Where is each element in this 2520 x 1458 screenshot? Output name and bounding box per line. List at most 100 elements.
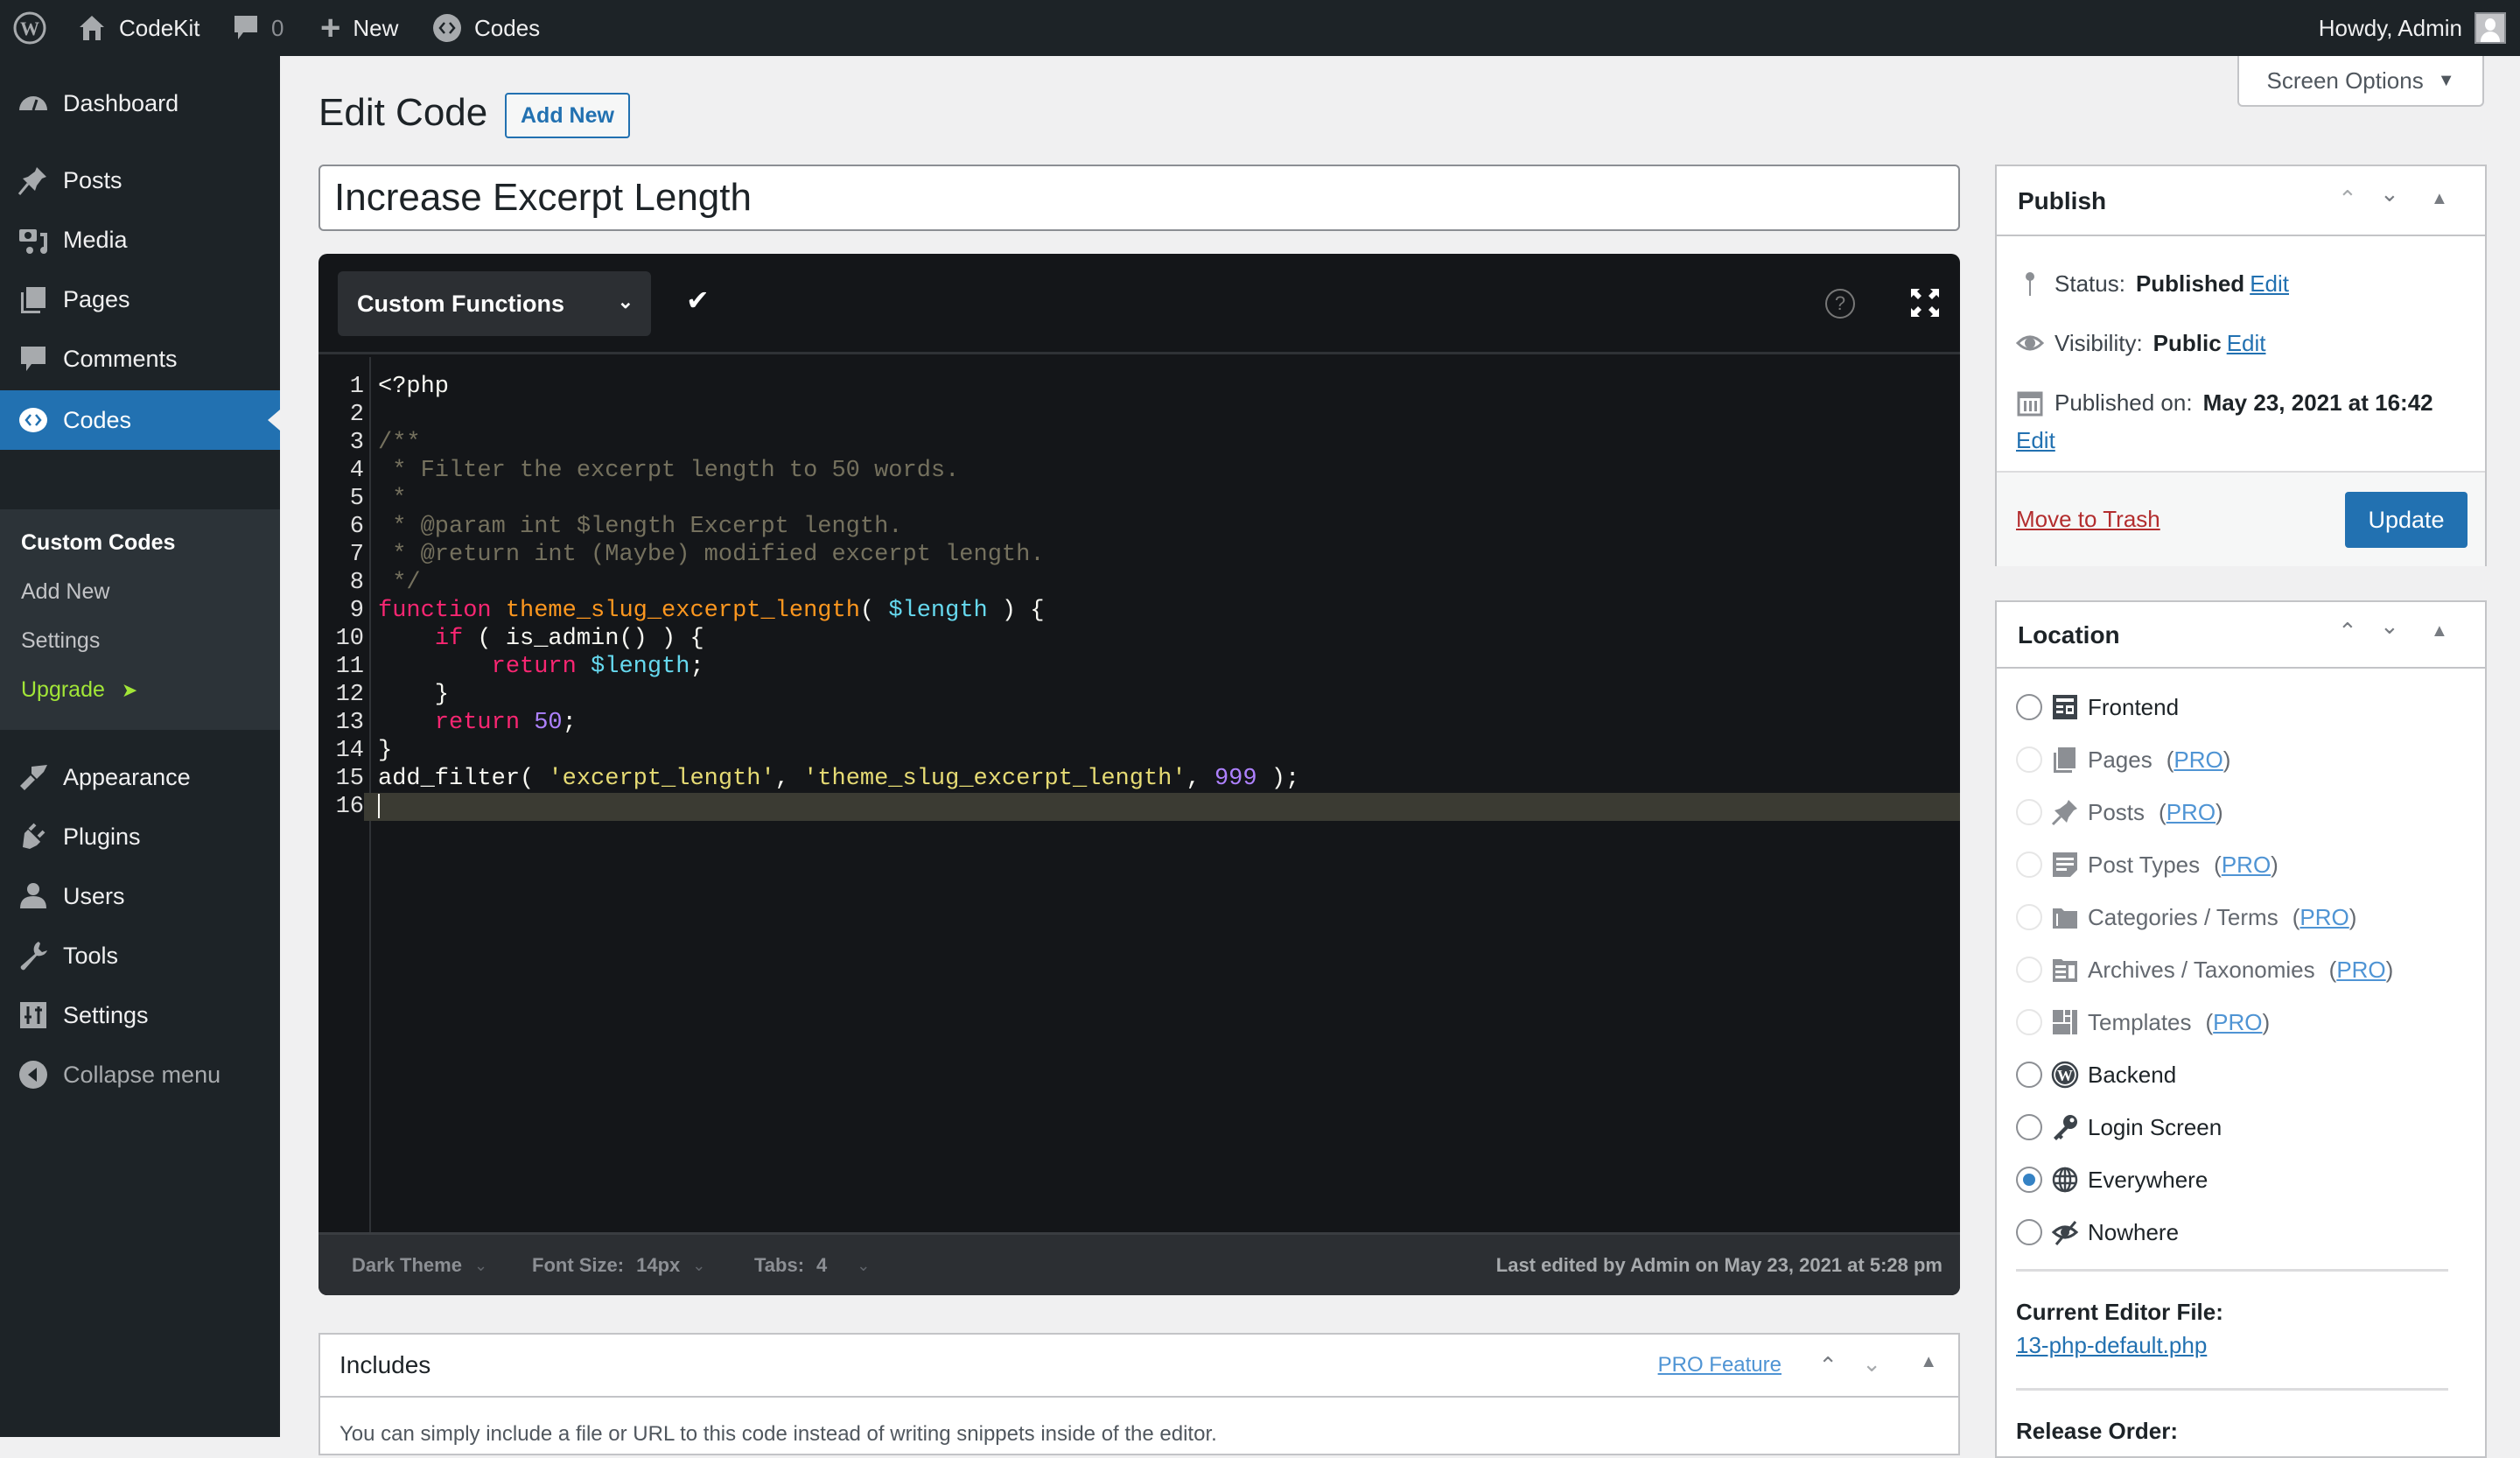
plus-icon: + xyxy=(320,8,341,47)
editor-toolbar: Custom Functions ⌄ ✔ ? xyxy=(318,254,1960,354)
location-option[interactable]: Nowhere xyxy=(2016,1215,2179,1250)
move-up-icon[interactable]: ⌃ xyxy=(2338,186,2357,213)
token-plain: ( xyxy=(859,598,889,624)
move-down-icon[interactable]: ⌄ xyxy=(2380,613,2399,640)
includes-header: Includes PRO Feature ⌃ ⌄ ▲ xyxy=(320,1335,1958,1398)
code-line[interactable]: 14} xyxy=(318,737,1960,765)
code-line[interactable]: 16 xyxy=(318,793,1960,821)
code-line[interactable]: 6 * @param int $length Excerpt length. xyxy=(318,513,1960,541)
code-line[interactable]: 8 */ xyxy=(318,569,1960,597)
wp-logo-button[interactable]: W xyxy=(12,0,47,56)
my-account-link[interactable]: Howdy, Admin xyxy=(2319,0,2506,56)
pro-link[interactable]: PRO xyxy=(2213,1009,2262,1035)
submenu-item-add-new[interactable]: Add New xyxy=(21,579,109,605)
sidebar-item-users[interactable]: Users xyxy=(0,866,280,926)
post-title-input[interactable] xyxy=(318,165,1960,231)
collapse-toggle-icon[interactable]: ▲ xyxy=(2431,621,2448,641)
pro-link[interactable]: PRO xyxy=(2222,852,2271,878)
line-number: 6 xyxy=(349,514,364,540)
pro-link[interactable]: PRO xyxy=(2174,747,2222,773)
help-icon[interactable]: ? xyxy=(1825,289,1855,319)
collapse-toggle-icon[interactable]: ▲ xyxy=(2431,189,2448,209)
code-area[interactable]: 1 <?php 2 3/** 4 * Filter the excerpt length… xyxy=(318,357,1960,1232)
sidebar-item-codes[interactable]: Codes xyxy=(0,390,280,450)
sidebar-item-posts[interactable]: Posts xyxy=(0,151,280,210)
code-line[interactable]: 1 <?php xyxy=(318,373,1960,401)
submenu-item-settings[interactable]: Settings xyxy=(21,628,100,654)
pro-link[interactable]: PRO xyxy=(2300,904,2348,930)
add-new-button[interactable]: Add New xyxy=(505,93,630,138)
submenu-item-upgrade[interactable]: Upgrade ➤ xyxy=(21,677,137,703)
submenu-item-custom-codes[interactable]: Custom Codes xyxy=(21,530,175,556)
pro-feature-link[interactable]: PRO Feature xyxy=(1658,1353,1782,1377)
radio[interactable] xyxy=(2016,694,2042,720)
pro-link[interactable]: PRO xyxy=(2336,957,2385,983)
sidebar-label: Posts xyxy=(63,166,122,193)
location-option[interactable]: Login Screen xyxy=(2016,1110,2222,1145)
sidebar-item-plugins[interactable]: Plugins xyxy=(0,807,280,866)
divider xyxy=(2016,1388,2448,1391)
move-down-icon[interactable]: ⌄ xyxy=(2380,180,2399,207)
font-size-select[interactable]: Font Size: 14px ⌄ xyxy=(532,1254,705,1277)
code-line[interactable]: 10 if ( is_admin() ) { xyxy=(318,625,1960,653)
greeting: Howdy, Admin xyxy=(2318,14,2462,41)
move-down-icon[interactable]: ⌄ xyxy=(1862,1350,1881,1377)
sidebar-item-appearance[interactable]: Appearance xyxy=(0,747,280,807)
codes-link[interactable]: Codes xyxy=(432,0,540,56)
fullscreen-icon[interactable] xyxy=(1909,287,1941,319)
sidebar-item-media[interactable]: Media xyxy=(0,210,280,270)
code-line[interactable]: 7 * @return int (Maybe) modified excerpt… xyxy=(318,541,1960,569)
current-file-link[interactable]: 13-php-default.php xyxy=(2016,1332,2207,1359)
code-type-select[interactable]: Custom Functions ⌄ xyxy=(338,271,651,336)
sidebar-label: Codes xyxy=(63,406,132,433)
location-option[interactable]: W Backend xyxy=(2016,1057,2176,1092)
code-line[interactable]: 5 * xyxy=(318,485,1960,513)
radio[interactable] xyxy=(2016,1219,2042,1245)
move-up-icon[interactable]: ⌃ xyxy=(2338,618,2357,645)
radio[interactable] xyxy=(2016,1062,2042,1088)
code-line[interactable]: 13 return 50; xyxy=(318,709,1960,737)
sidebar-item-settings[interactable]: Settings xyxy=(0,985,280,1045)
radio-checked[interactable] xyxy=(2016,1167,2042,1193)
theme-select[interactable]: Dark Theme ⌄ xyxy=(352,1254,487,1277)
token-plain: ; xyxy=(690,654,704,680)
code-text: * @param int $length Excerpt length. xyxy=(378,513,902,541)
site-name-link[interactable]: CodeKit xyxy=(77,0,200,56)
location-option[interactable]: Everywhere xyxy=(2016,1162,2208,1197)
token-plain: add_filter( xyxy=(378,766,549,792)
screen-options-button[interactable]: Screen Options ▼ xyxy=(2237,56,2484,107)
code-line[interactable]: 2 xyxy=(318,401,1960,429)
location-option[interactable]: Frontend xyxy=(2016,690,2179,725)
code-line[interactable]: 12 } xyxy=(318,681,1960,709)
pro-badge: (PRO) xyxy=(2214,851,2278,878)
code-line[interactable]: 4 * Filter the excerpt length to 50 word… xyxy=(318,457,1960,485)
location-option: Archives / Taxonomies (PRO) xyxy=(2016,952,2393,987)
radio[interactable] xyxy=(2016,1114,2042,1140)
sidebar-item-dashboard[interactable]: Dashboard xyxy=(0,74,280,133)
brush-icon xyxy=(16,760,51,795)
sidebar-item-tools[interactable]: Tools xyxy=(0,926,280,985)
sidebar-item-comments[interactable]: Comments xyxy=(0,329,280,389)
code-line[interactable]: 9 function theme_slug_excerpt_length( $le… xyxy=(318,597,1960,625)
new-content-link[interactable]: + New xyxy=(320,0,398,56)
code-line[interactable]: 11 return $length; xyxy=(318,653,1960,681)
collapse-toggle-icon[interactable]: ▲ xyxy=(1920,1352,1937,1372)
location-option-label: Posts xyxy=(2088,798,2146,825)
comments-link[interactable]: 0 xyxy=(233,0,284,56)
move-up-icon[interactable]: ⌃ xyxy=(1818,1352,1838,1379)
edit-visibility-link[interactable]: Edit xyxy=(2227,330,2266,357)
move-to-trash-link[interactable]: Move to Trash xyxy=(2016,506,2160,533)
code-line[interactable]: 3 /** xyxy=(318,429,1960,457)
check-syntax-button[interactable]: ✔ xyxy=(686,284,710,317)
code-line[interactable]: 15 add_filter( 'excerpt_length', 'theme_s… xyxy=(318,765,1960,793)
pro-link[interactable]: PRO xyxy=(2166,799,2216,825)
hidden-icon xyxy=(2051,1221,2079,1245)
edit-date-link[interactable]: Edit xyxy=(2016,427,2055,454)
tabs-select[interactable]: Tabs: 4 ⌄ xyxy=(754,1254,870,1277)
includes-box: Includes PRO Feature ⌃ ⌄ ▲ You can simpl… xyxy=(318,1333,1960,1455)
update-button[interactable]: Update xyxy=(2345,492,2468,548)
collapse-menu-button[interactable]: Collapse menu xyxy=(0,1045,280,1104)
edit-status-link[interactable]: Edit xyxy=(2250,270,2289,298)
sidebar-item-pages[interactable]: Pages xyxy=(0,270,280,329)
sidebar-label: Users xyxy=(63,882,125,909)
